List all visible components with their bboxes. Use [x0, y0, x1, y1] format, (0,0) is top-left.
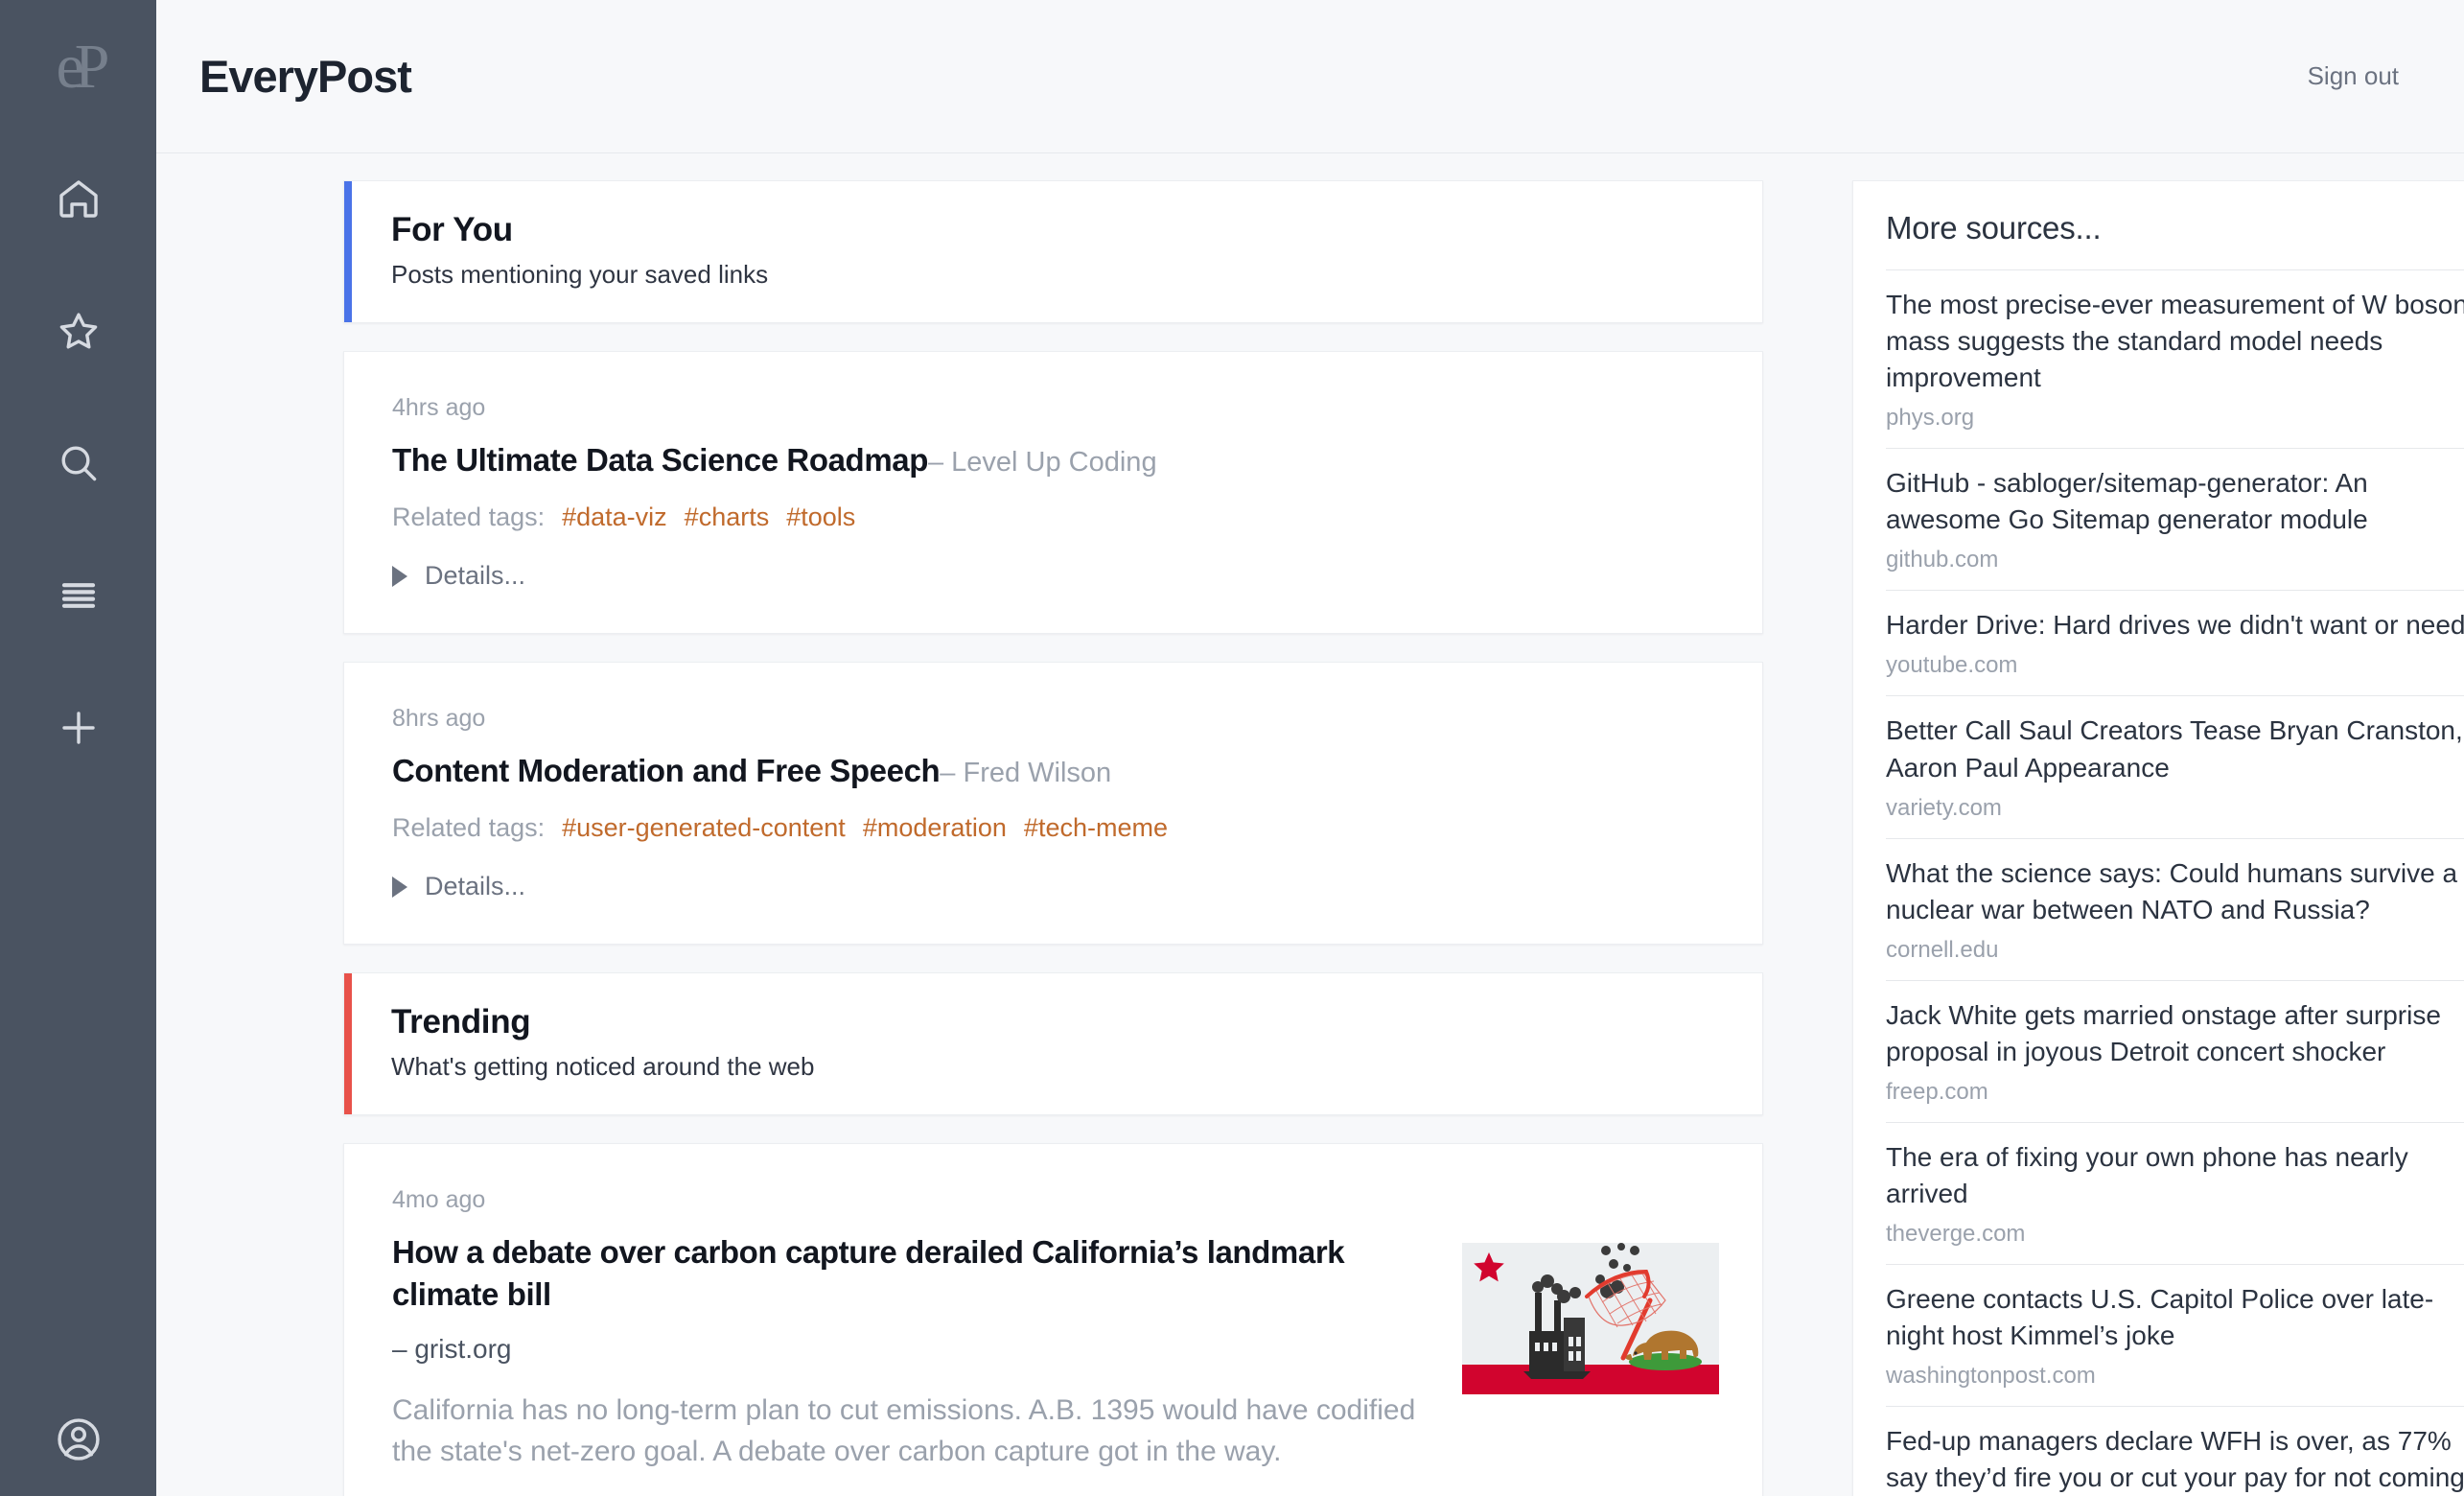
section-accent-bar — [344, 973, 352, 1114]
tag-chip[interactable]: #tech-meme — [1024, 813, 1168, 842]
source-domain: theverge.com — [1886, 1221, 2026, 1248]
source-headline[interactable]: The era of fixing your own phone has nea… — [1886, 1139, 2464, 1212]
section-title: Trending — [391, 1003, 531, 1040]
tag-chip[interactable]: #user-generated-content — [562, 813, 846, 842]
tag-chip[interactable]: #moderation — [863, 813, 1007, 842]
tag-chip[interactable]: #tools — [786, 503, 855, 531]
feed-column: For You Posts mentioning your saved link… — [343, 180, 1763, 1496]
section-subtitle: Posts mentioning your saved links — [391, 260, 769, 289]
source-domain: youtube.com — [1886, 652, 2018, 679]
list-item[interactable]: Harder Drive: Hard drives we didn't want… — [1886, 590, 2464, 695]
page-title: EveryPost — [199, 51, 412, 102]
source-domain: github.com — [1886, 547, 1999, 573]
more-sources-column: More sources... The most precise-ever me… — [1852, 180, 2464, 1496]
related-tags-label: Related tags: — [392, 503, 546, 531]
section-header-trending: Trending What's getting noticed around t… — [343, 972, 1763, 1115]
chevron-right-icon — [392, 565, 407, 587]
list-item[interactable]: The most precise-ever measurement of W b… — [1886, 269, 2464, 448]
details-label: Details... — [425, 561, 526, 590]
app-logo: eP — [56, 32, 110, 102]
source-headline[interactable]: Better Call Saul Creators Tease Bryan Cr… — [1886, 713, 2464, 785]
post-heading: Content Moderation and Free Speech – Fre… — [392, 753, 1719, 789]
post-title[interactable]: The Ultimate Data Science Roadmap — [392, 442, 928, 478]
content-area: For You Posts mentioning your saved link… — [156, 153, 2464, 1496]
list-item[interactable]: Jack White gets married onstage after su… — [1886, 979, 2464, 1122]
post-thumbnail[interactable] — [1462, 1243, 1719, 1472]
section-subtitle: What's getting noticed around the web — [391, 1052, 815, 1081]
sidebar-item-search[interactable] — [39, 424, 118, 503]
source-headline[interactable]: What the science says: Could humans surv… — [1886, 855, 2464, 928]
trending-post-body: How a debate over carbon capture deraile… — [392, 1214, 1719, 1472]
post-title[interactable]: Content Moderation and Free Speech — [392, 753, 941, 788]
list-item[interactable]: Greene contacts U.S. Capitol Police over… — [1886, 1264, 2464, 1406]
more-sources-card: More sources... The most precise-ever me… — [1852, 180, 2464, 1496]
california-flag-smokestack-illustration — [1462, 1243, 1719, 1394]
top-bar: EveryPost Sign out — [156, 0, 2464, 153]
tag-chip[interactable]: #charts — [685, 503, 770, 531]
main-region: EveryPost Sign out For You Posts mention… — [156, 0, 2464, 1496]
source-headline[interactable]: Jack White gets married onstage after su… — [1886, 997, 2464, 1070]
list-item[interactable]: GitHub - sabloger/sitemap-generator: An … — [1886, 448, 2464, 590]
section-header-for-you: For You Posts mentioning your saved link… — [343, 180, 1763, 323]
source-domain: phys.org — [1886, 405, 1975, 432]
source-domain: cornell.edu — [1886, 936, 1999, 963]
section-accent-bar — [344, 181, 352, 322]
account-icon — [54, 1414, 104, 1469]
source-domain: freep.com — [1886, 1078, 1988, 1105]
post-heading: The Ultimate Data Science Roadmap – Leve… — [392, 442, 1719, 479]
star-icon — [56, 308, 102, 354]
post-timestamp: 4hrs ago — [392, 394, 486, 421]
source-headline[interactable]: Harder Drive: Hard drives we didn't want… — [1886, 607, 2464, 643]
home-icon — [56, 175, 102, 222]
sidebar-item-favorites[interactable] — [39, 292, 118, 370]
sidebar-item-feeds[interactable] — [39, 556, 118, 635]
list-item[interactable]: Fed-up managers declare WFH is over, as … — [1886, 1406, 2464, 1496]
post-title[interactable]: How a debate over carbon capture deraile… — [392, 1231, 1435, 1315]
section-header-body: For You Posts mentioning your saved link… — [352, 181, 806, 322]
sidebar-item-home[interactable] — [39, 159, 118, 238]
source-headline[interactable]: Fed-up managers declare WFH is over, as … — [1886, 1423, 2464, 1496]
search-icon — [56, 440, 102, 486]
section-title: For You — [391, 211, 513, 248]
post-byline: – Level Up Coding — [927, 447, 1157, 478]
list-item[interactable]: The era of fixing your own phone has nea… — [1886, 1121, 2464, 1264]
source-domain: washingtonpost.com — [1886, 1363, 2096, 1390]
app-root: eP EveryPost Sign out For You Posts ment… — [0, 0, 2464, 1496]
source-headline[interactable]: The most precise-ever measurement of W b… — [1886, 287, 2464, 396]
plus-icon — [56, 705, 102, 751]
sidebar-item-add[interactable] — [39, 689, 118, 767]
trending-post-card[interactable]: 4mo ago How a debate over carbon capture… — [343, 1143, 1763, 1496]
related-tags-row: Related tags: #user-generated-content #m… — [392, 813, 1719, 843]
tag-chip[interactable]: #data-viz — [562, 503, 667, 531]
left-rail: eP — [0, 0, 156, 1496]
sidebar-item-account[interactable] — [0, 1414, 156, 1469]
source-headline[interactable]: GitHub - sabloger/sitemap-generator: An … — [1886, 465, 2464, 538]
section-header-body: Trending What's getting noticed around t… — [352, 973, 852, 1114]
details-label: Details... — [425, 872, 526, 900]
related-tags-label: Related tags: — [392, 813, 546, 842]
list-item[interactable]: What the science says: Could humans surv… — [1886, 837, 2464, 980]
trending-post-text: How a debate over carbon capture deraile… — [392, 1214, 1435, 1472]
post-card[interactable]: 8hrs ago Content Moderation and Free Spe… — [343, 662, 1763, 945]
source-domain: variety.com — [1886, 794, 2002, 821]
more-sources-title: More sources... — [1886, 210, 2102, 245]
related-tags-row: Related tags: #data-viz #charts #tools — [392, 503, 1719, 532]
post-description: California has no long-term plan to cut … — [392, 1394, 1416, 1467]
list-icon — [56, 573, 102, 619]
rail-nav — [39, 159, 118, 767]
post-timestamp: 8hrs ago — [392, 705, 486, 732]
post-card[interactable]: 4hrs ago The Ultimate Data Science Roadm… — [343, 351, 1763, 634]
chevron-right-icon — [392, 876, 407, 898]
list-item[interactable]: Better Call Saul Creators Tease Bryan Cr… — [1886, 695, 2464, 837]
post-byline: – Fred Wilson — [940, 758, 1112, 788]
source-headline[interactable]: Greene contacts U.S. Capitol Police over… — [1886, 1281, 2464, 1354]
post-source: – grist.org — [392, 1334, 512, 1365]
details-toggle[interactable]: Details... — [392, 561, 1719, 591]
details-toggle[interactable]: Details... — [392, 872, 1719, 901]
sign-out-button[interactable]: Sign out — [2308, 61, 2399, 91]
post-timestamp: 4mo ago — [392, 1186, 486, 1213]
